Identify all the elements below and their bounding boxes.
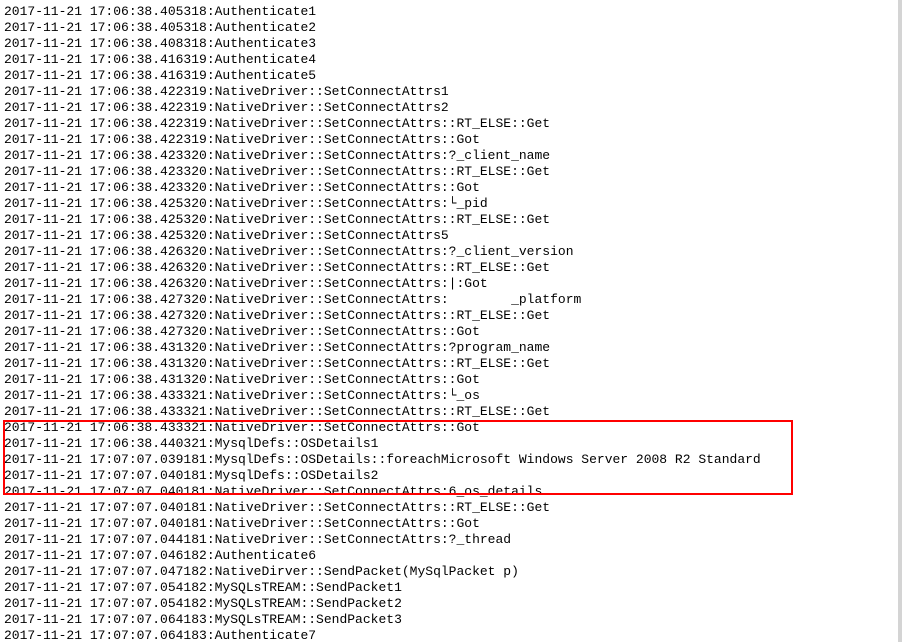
log-line: 2017-11-21 17:07:07.064183:Authenticate7 — [4, 628, 896, 642]
log-line: 2017-11-21 17:06:38.422319:NativeDriver:… — [4, 84, 896, 100]
log-line: 2017-11-21 17:06:38.405318:Authenticate2 — [4, 20, 896, 36]
log-line: 2017-11-21 17:06:38.427320:NativeDriver:… — [4, 308, 896, 324]
log-line: 2017-11-21 17:07:07.040181:MysqlDefs::OS… — [4, 468, 896, 484]
log-line: 2017-11-21 17:06:38.425320:NativeDriver:… — [4, 228, 896, 244]
log-line: 2017-11-21 17:07:07.040181:NativeDriver:… — [4, 500, 896, 516]
log-line: 2017-11-21 17:06:38.423320:NativeDriver:… — [4, 148, 896, 164]
log-line: 2017-11-21 17:06:38.425320:NativeDriver:… — [4, 212, 896, 228]
log-line: 2017-11-21 17:06:38.422319:NativeDriver:… — [4, 100, 896, 116]
log-line: 2017-11-21 17:07:07.044181:NativeDriver:… — [4, 532, 896, 548]
log-line: 2017-11-21 17:06:38.426320:NativeDriver:… — [4, 276, 896, 292]
log-line: 2017-11-21 17:07:07.054182:MySQLsTREAM::… — [4, 596, 896, 612]
log-line: 2017-11-21 17:07:07.054182:MySQLsTREAM::… — [4, 580, 896, 596]
log-line: 2017-11-21 17:07:07.040181:NativeDriver:… — [4, 484, 896, 500]
log-line: 2017-11-21 17:06:38.427320:NativeDriver:… — [4, 292, 896, 308]
log-line: 2017-11-21 17:06:38.423320:NativeDriver:… — [4, 180, 896, 196]
log-line: 2017-11-21 17:06:38.408318:Authenticate3 — [4, 36, 896, 52]
log-line: 2017-11-21 17:06:38.426320:NativeDriver:… — [4, 260, 896, 276]
log-line: 2017-11-21 17:06:38.433321:NativeDriver:… — [4, 388, 896, 404]
log-line: 2017-11-21 17:06:38.422319:NativeDriver:… — [4, 132, 896, 148]
log-line: 2017-11-21 17:06:38.433321:NativeDriver:… — [4, 404, 896, 420]
log-line: 2017-11-21 17:06:38.405318:Authenticate1 — [4, 4, 896, 20]
log-line: 2017-11-21 17:06:38.423320:NativeDriver:… — [4, 164, 896, 180]
log-line: 2017-11-21 17:06:38.431320:NativeDriver:… — [4, 372, 896, 388]
log-line: 2017-11-21 17:07:07.047182:NativeDirver:… — [4, 564, 896, 580]
log-line: 2017-11-21 17:06:38.433321:NativeDriver:… — [4, 420, 896, 436]
log-line: 2017-11-21 17:06:38.422319:NativeDriver:… — [4, 116, 896, 132]
log-line: 2017-11-21 17:06:38.427320:NativeDriver:… — [4, 324, 896, 340]
log-line: 2017-11-21 17:06:38.425320:NativeDriver:… — [4, 196, 896, 212]
log-line: 2017-11-21 17:06:38.416319:Authenticate5 — [4, 68, 896, 84]
log-viewport: 2017-11-21 17:06:38.405318:Authenticate1… — [0, 0, 902, 642]
vertical-scrollbar[interactable] — [898, 0, 902, 642]
log-line: 2017-11-21 17:06:38.431320:NativeDriver:… — [4, 356, 896, 372]
log-line: 2017-11-21 17:07:07.039181:MysqlDefs::OS… — [4, 452, 896, 468]
log-line: 2017-11-21 17:06:38.426320:NativeDriver:… — [4, 244, 896, 260]
log-text-area[interactable]: 2017-11-21 17:06:38.405318:Authenticate1… — [4, 4, 896, 642]
log-line: 2017-11-21 17:07:07.040181:NativeDriver:… — [4, 516, 896, 532]
log-line: 2017-11-21 17:06:38.416319:Authenticate4 — [4, 52, 896, 68]
log-line: 2017-11-21 17:07:07.064183:MySQLsTREAM::… — [4, 612, 896, 628]
log-line: 2017-11-21 17:07:07.046182:Authenticate6 — [4, 548, 896, 564]
log-line: 2017-11-21 17:06:38.440321:MysqlDefs::OS… — [4, 436, 896, 452]
log-line: 2017-11-21 17:06:38.431320:NativeDriver:… — [4, 340, 896, 356]
